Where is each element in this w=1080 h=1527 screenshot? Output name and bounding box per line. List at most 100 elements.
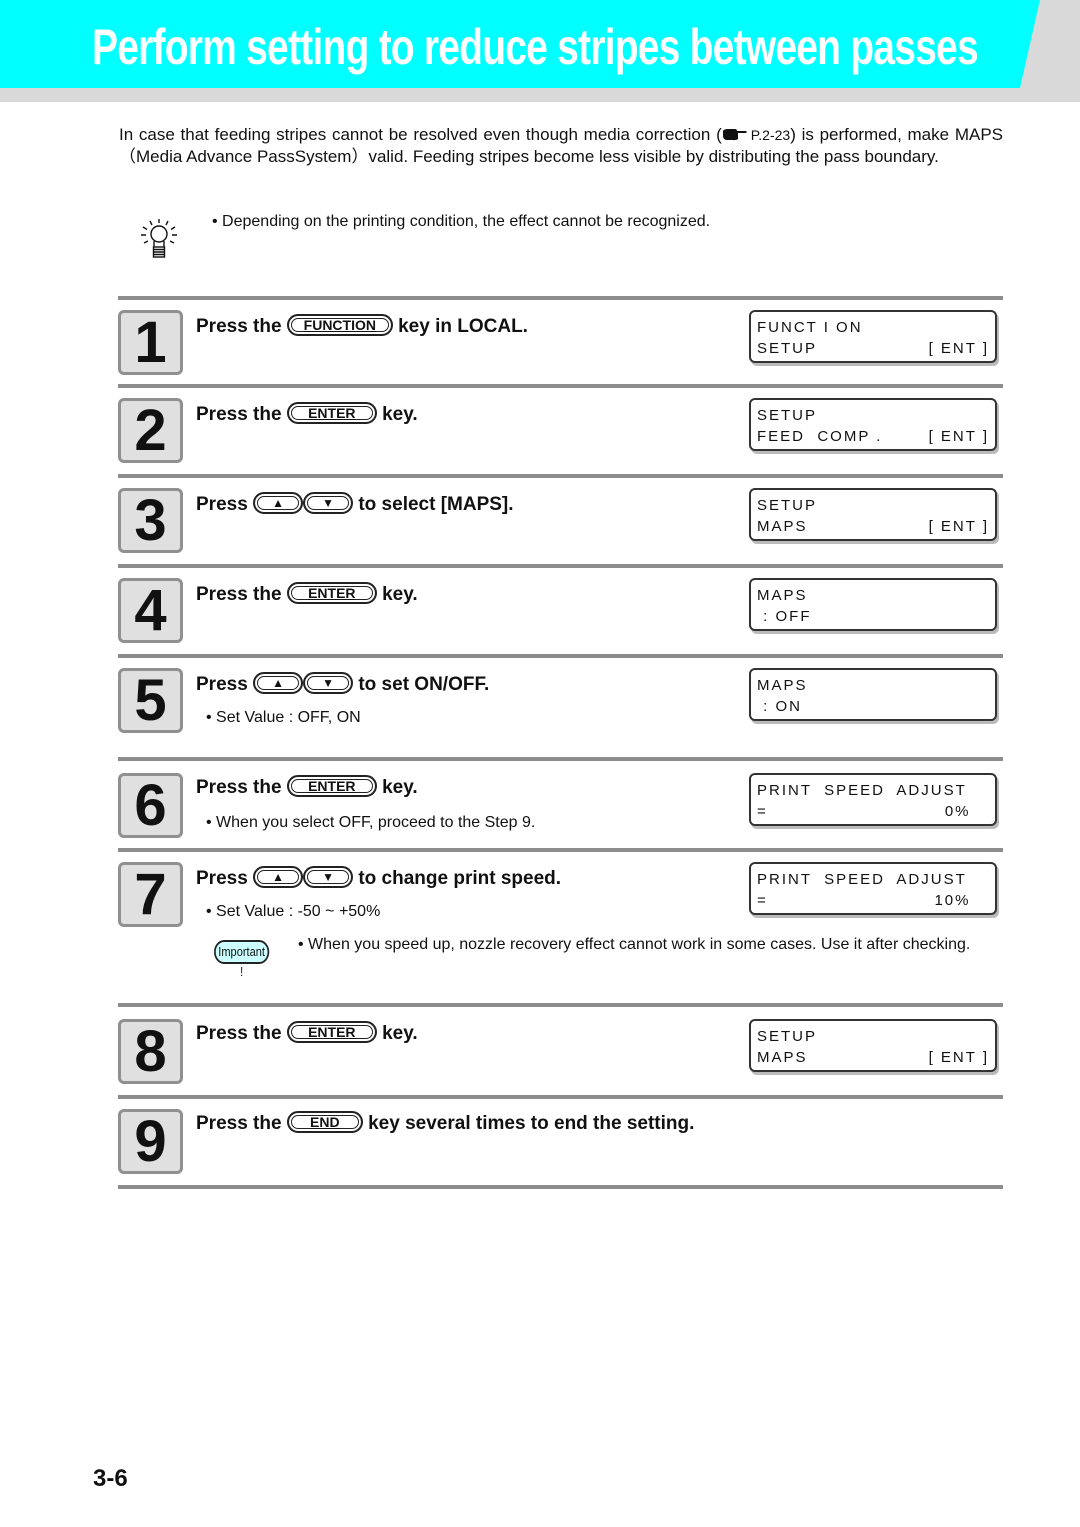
down-arrow-key[interactable]: ▼ — [303, 492, 354, 514]
lcd-line-1: SETUP — [757, 1028, 818, 1045]
lcd-line-2-right: [ ENT ] — [928, 428, 989, 445]
up-arrow-key[interactable]: ▲ — [253, 492, 304, 514]
divider — [118, 1185, 1003, 1189]
step-text: Press — [196, 868, 248, 890]
intro-text-start: In case that feeding stripes cannot be r… — [119, 125, 722, 144]
divider — [118, 1095, 1003, 1099]
step-number: 9 — [118, 1109, 183, 1174]
step-instruction: Press the END key several times to end t… — [196, 1111, 695, 1135]
step-number: 6 — [118, 773, 183, 838]
step-instruction: Press the FUNCTION key in LOCAL. — [196, 314, 528, 338]
lcd-line-2: : OFF — [757, 608, 812, 625]
lcd-line-2-right: 0% — [944, 803, 989, 820]
enter-key[interactable]: ENTER — [286, 582, 377, 604]
lcd-line-1: MAPS — [757, 677, 808, 694]
lcd-line-1: FUNCT I ON — [757, 319, 863, 336]
step-number: 4 — [118, 578, 183, 643]
up-arrow-key[interactable]: ▲ — [253, 866, 304, 888]
step-text: to select [MAPS]. — [358, 494, 514, 516]
lcd-display: MAPS : OFF — [749, 578, 997, 631]
step-number: 3 — [118, 488, 183, 553]
enter-key[interactable]: ENTER — [286, 775, 377, 797]
divider — [118, 848, 1003, 852]
lcd-line-1: MAPS — [757, 587, 808, 604]
step-instruction: Press ▲ ▼ to set ON/OFF. — [196, 672, 490, 696]
divider — [118, 564, 1003, 568]
step-text: key. — [382, 1023, 418, 1045]
step-text: Press the — [196, 584, 282, 606]
lcd-line-1: SETUP — [757, 497, 818, 514]
divider — [118, 1003, 1003, 1007]
lcd-line-1: PRINT SPEED ADJUST — [757, 871, 967, 888]
divider — [118, 296, 1003, 300]
divider — [118, 757, 1003, 761]
lcd-line-2: : ON — [757, 698, 803, 715]
step-text: Press the — [196, 316, 282, 338]
step-number: 8 — [118, 1019, 183, 1084]
step-text: key. — [382, 404, 418, 426]
lcd-display: MAPS : ON — [749, 668, 997, 721]
intro-paragraph: In case that feeding stripes cannot be r… — [119, 124, 1003, 168]
divider — [118, 384, 1003, 388]
step-text: Press the — [196, 777, 282, 799]
lcd-line-2-right: 10% — [934, 892, 989, 909]
step-note: • Set Value : -50 ~ +50% — [206, 903, 381, 920]
down-arrow-key[interactable]: ▼ — [303, 866, 354, 888]
end-key[interactable]: END — [286, 1111, 363, 1133]
lcd-display: PRINT SPEED ADJUST = 0% — [749, 773, 997, 826]
step-text: key. — [382, 777, 418, 799]
lcd-line-2-right: [ ENT ] — [928, 1049, 989, 1066]
step-note: • When you select OFF, proceed to the St… — [206, 814, 536, 831]
step-text: key in LOCAL. — [398, 316, 528, 338]
lightbulb-icon — [141, 219, 177, 258]
step-text: Press the — [196, 404, 282, 426]
step-instruction: Press the ENTER key. — [196, 402, 418, 426]
important-note-text: When you speed up, nozzle recovery effec… — [308, 936, 971, 953]
lcd-line-1: SETUP — [757, 407, 818, 424]
enter-key[interactable]: ENTER — [286, 1021, 377, 1043]
enter-key[interactable]: ENTER — [286, 402, 377, 424]
lcd-line-2: SETUP — [757, 340, 818, 357]
step-text: key several times to end the setting. — [368, 1113, 695, 1135]
pointing-hand-icon — [722, 129, 747, 141]
lcd-line-2-right: [ ENT ] — [928, 340, 989, 357]
lcd-display: SETUP MAPS [ ENT ] — [749, 488, 997, 541]
divider — [118, 474, 1003, 478]
step-instruction: Press the ENTER key. — [196, 775, 418, 799]
step-text: key. — [382, 584, 418, 606]
lcd-display: FUNCT I ON SETUP [ ENT ] — [749, 310, 997, 363]
step-text: Press the — [196, 1113, 282, 1135]
step-number: 5 — [118, 668, 183, 733]
step-number: 2 — [118, 398, 183, 463]
step-text: Press — [196, 494, 248, 516]
step-instruction: Press ▲ ▼ to change print speed. — [196, 866, 562, 890]
lcd-display: SETUP FEED COMP . [ ENT ] — [749, 398, 997, 451]
lcd-line-1: PRINT SPEED ADJUST — [757, 782, 967, 799]
lcd-display: SETUP MAPS [ ENT ] — [749, 1019, 997, 1072]
function-key[interactable]: FUNCTION — [286, 314, 393, 336]
page-title: Perform setting to reduce stripes betwee… — [92, 19, 979, 75]
step-text: to change print speed. — [358, 868, 562, 890]
divider — [118, 654, 1003, 658]
lcd-line-2: MAPS — [757, 518, 808, 535]
step-text: to set ON/OFF. — [358, 674, 490, 696]
important-note: • When you speed up, nozzle recovery eff… — [298, 936, 971, 953]
page-reference-link[interactable]: P.2-23 — [751, 127, 790, 143]
lcd-line-2: MAPS — [757, 1049, 808, 1066]
step-instruction: Press the ENTER key. — [196, 582, 418, 606]
lcd-line-2: = — [757, 803, 768, 820]
step-number: 1 — [118, 310, 183, 375]
lcd-display: PRINT SPEED ADJUST = 10% — [749, 862, 997, 915]
down-arrow-key[interactable]: ▼ — [303, 672, 354, 694]
step-text: Press — [196, 674, 248, 696]
lcd-line-2: = — [757, 892, 768, 909]
step-instruction: Press the ENTER key. — [196, 1021, 418, 1045]
lcd-line-2-right: [ ENT ] — [928, 518, 989, 535]
step-number: 7 — [118, 862, 183, 927]
step-text: Press the — [196, 1023, 282, 1045]
up-arrow-key[interactable]: ▲ — [253, 672, 304, 694]
page-number: 3-6 — [93, 1465, 128, 1492]
important-badge: Important ! — [214, 940, 270, 979]
step-note: • Set Value : OFF, ON — [206, 709, 361, 726]
step-instruction: Press ▲ ▼ to select [MAPS]. — [196, 492, 514, 516]
